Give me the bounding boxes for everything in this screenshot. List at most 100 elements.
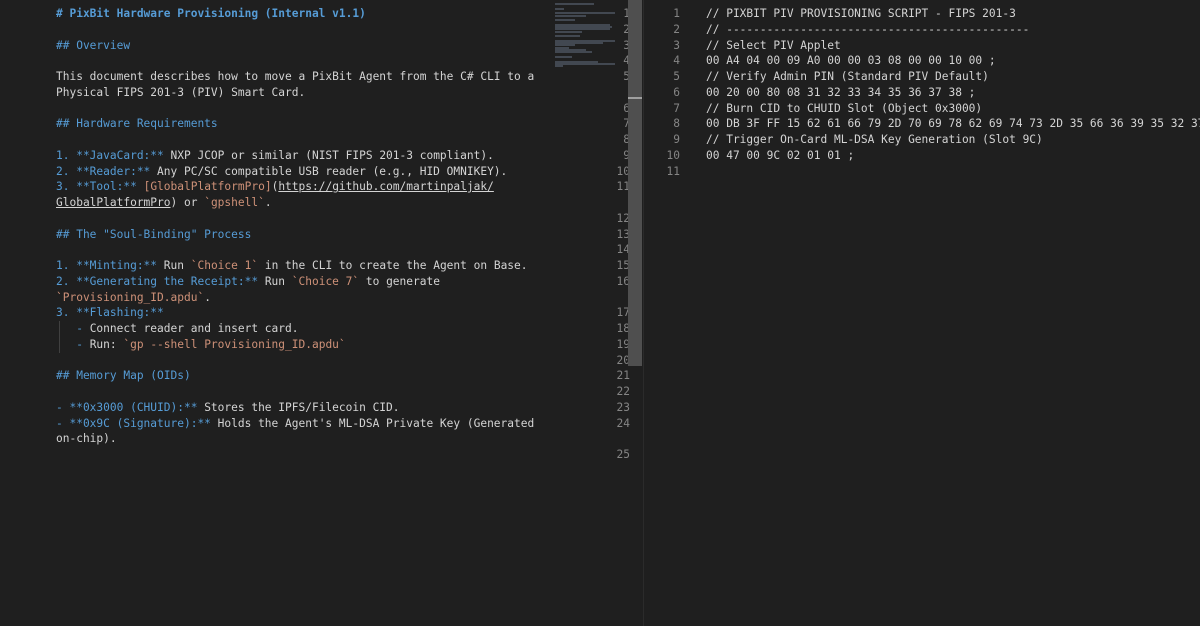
- code-token: `gp --shell Provisioning_ID.apdu`: [123, 337, 346, 351]
- code-token: 00 20 00 80 08 31 32 33 34 35 36 37 38 ;: [706, 85, 976, 99]
- line-number: 21: [616, 369, 630, 383]
- code-token: ## Memory Map (OIDs): [56, 369, 191, 383]
- line-number: 4: [673, 54, 680, 68]
- code-token: Stores the IPFS/Filecoin CID.: [197, 400, 400, 414]
- code-token: 00 47 00 9C 02 01 01 ;: [706, 148, 855, 162]
- code-token: -: [56, 322, 90, 335]
- code-line[interactable]: // Select PIV Applet: [706, 38, 841, 54]
- code-line[interactable]: - **0x3000 (CHUID):** Stores the IPFS/Fi…: [56, 400, 400, 416]
- code-line[interactable]: 1. **Minting:** Run `Choice 1` in the CL…: [56, 258, 528, 274]
- code-line[interactable]: 1. **JavaCard:** NXP JCOP or similar (NI…: [56, 148, 494, 164]
- code-token: // Trigger On-Card ML-DSA Key Generation…: [706, 133, 1043, 146]
- code-line[interactable]: // -------------------------------------…: [706, 22, 1029, 38]
- minimap[interactable]: [553, 0, 630, 70]
- minimap-line: [555, 55, 572, 58]
- line-number: 3: [673, 38, 680, 52]
- code-token: 1. **Minting:**: [56, 259, 158, 272]
- code-line[interactable]: 00 DB 3F FF 15 62 61 66 79 2D 70 69 78 6…: [706, 116, 1200, 132]
- code-line[interactable]: // PIXBIT PIV PROVISIONING SCRIPT - FIPS…: [706, 6, 1016, 22]
- code-token: `Provisioning_ID.apdu`: [56, 290, 205, 304]
- scrollbar-marker: [628, 97, 642, 99]
- code-line[interactable]: 00 20 00 80 08 31 32 33 34 35 36 37 38 ;: [706, 85, 975, 101]
- code-line[interactable]: 2. **Generating the Receipt:** Run `Choi…: [56, 274, 440, 290]
- minimap-line: [555, 51, 592, 54]
- markdown-editor-pane[interactable]: 1 # PixBit Hardware Provisioning (Interna…: [0, 0, 643, 626]
- line-number: 5: [673, 70, 680, 83]
- code-token: - **0x3000 (CHUID):**: [56, 400, 198, 414]
- code-token: Holds the Agent's ML-DSA Private Key (Ge…: [210, 416, 535, 430]
- code-token: ## Hardware Requirements: [56, 117, 218, 131]
- code-line[interactable]: - Run: `gp --shell Provisioning_ID.apdu`: [56, 336, 346, 353]
- minimap-line: [555, 14, 587, 17]
- code-token: `Choice 1`: [190, 259, 259, 272]
- code-line[interactable]: ## Hardware Requirements: [56, 116, 218, 132]
- code-token: `gpshell`: [204, 196, 265, 209]
- code-line[interactable]: ## The "Soul-Binding" Process: [56, 227, 251, 243]
- code-token: .: [264, 196, 272, 209]
- line-number: 7: [673, 101, 680, 115]
- line-number: 24: [616, 416, 630, 430]
- minimap-line: [555, 30, 583, 33]
- code-line[interactable]: `Provisioning_ID.apdu`.: [56, 290, 211, 306]
- minimap-line: [555, 19, 576, 22]
- code-line[interactable]: 2. **Reader:** Any PC/SC compatible USB …: [56, 164, 507, 180]
- code-line[interactable]: ## Overview: [56, 38, 130, 54]
- line-number: 8: [673, 117, 680, 131]
- code-token: Connect reader and insert card.: [89, 322, 299, 335]
- line-number: 2: [673, 22, 680, 36]
- code-line[interactable]: // Verify Admin PIN (Standard PIV Defaul…: [706, 69, 989, 85]
- vertical-scrollbar[interactable]: [628, 0, 642, 366]
- code-token: ## Overview: [56, 38, 131, 52]
- code-line[interactable]: - **0x9C (Signature):** Holds the Agent'…: [56, 416, 534, 432]
- code-token: 00 A4 04 00 09 A0 00 00 03 08 00 00 10 0…: [706, 54, 996, 68]
- line-number: 10: [666, 148, 680, 162]
- code-line[interactable]: // Burn CID to CHUID Slot (Object 0x3000…: [706, 101, 982, 117]
- code-line[interactable]: 3. **Tool:** [GlobalPlatformPro](https:/…: [56, 179, 494, 195]
- code-line[interactable]: 00 47 00 9C 02 01 01 ;: [706, 148, 854, 164]
- minimap-line: [555, 35, 580, 38]
- code-line[interactable]: 3. **Flashing:**: [56, 305, 164, 321]
- code-token: 1. **JavaCard:**: [56, 148, 164, 162]
- code-line[interactable]: - Connect reader and insert card.: [56, 321, 299, 337]
- code-token: Physical FIPS 201-3 (PIV) Smart Card.: [56, 85, 306, 99]
- code-token: 2. **Generating the Receipt:**: [56, 274, 259, 288]
- code-line[interactable]: // Trigger On-Card ML-DSA Key Generation…: [706, 132, 1043, 148]
- code-token: // Verify Admin PIN (Standard PIV Defaul…: [706, 70, 989, 83]
- code-token: ) or: [170, 196, 205, 209]
- minimap-line: [555, 3, 595, 5]
- code-token: ## The "Soul-Binding" Process: [56, 227, 252, 241]
- code-token: Any PC/SC compatible USB reader (e.g., H…: [150, 164, 508, 178]
- code-line[interactable]: 00 A4 04 00 09 A0 00 00 03 08 00 00 10 0…: [706, 53, 996, 69]
- code-line[interactable]: on-chip).: [56, 431, 117, 447]
- code-token: NXP JCOP or similar (NIST FIPS 201-3 com…: [163, 148, 494, 162]
- code-token: https://github.com/martinpaljak/: [278, 180, 494, 194]
- code-token: GlobalPlatformPro: [56, 196, 171, 209]
- apdu-script-editor-pane[interactable]: 1 // PIXBIT PIV PROVISIONING SCRIPT - FIP…: [643, 0, 1200, 626]
- code-token: - **0x9C (Signature):**: [56, 416, 211, 430]
- code-token: This document describes how to move a Pi…: [56, 70, 535, 83]
- code-token: .: [204, 290, 211, 304]
- code-token: on-chip).: [56, 432, 117, 446]
- code-token: Run:: [89, 337, 124, 351]
- code-line[interactable]: GlobalPlatformPro) or `gpshell`.: [56, 195, 272, 211]
- code-token: Run: [258, 274, 292, 288]
- code-token: in the CLI to create the Agent on Base.: [258, 259, 528, 272]
- code-line[interactable]: ## Memory Map (OIDs): [56, 368, 191, 384]
- line-number: 9: [673, 133, 680, 146]
- code-token: -: [56, 337, 90, 351]
- code-token: # PixBit Hardware Provisioning (Internal…: [56, 7, 366, 20]
- code-token: [GlobalPlatformPro]: [143, 180, 272, 194]
- code-line[interactable]: This document describes how to move a Pi…: [56, 69, 534, 85]
- line-number: 11: [666, 164, 680, 178]
- line-number: 22: [616, 385, 630, 398]
- code-token: 2. **Reader:**: [56, 164, 151, 178]
- code-token: 00 DB 3F FF 15 62 61 66 79 2D 70 69 78 6…: [706, 117, 1200, 131]
- code-token: Run: [157, 259, 191, 272]
- minimap-line: [555, 62, 616, 65]
- code-token: // PIXBIT PIV PROVISIONING SCRIPT - FIPS…: [706, 7, 1016, 20]
- code-token: to generate: [359, 274, 440, 288]
- code-token: // Select PIV Applet: [706, 38, 841, 52]
- code-line[interactable]: # PixBit Hardware Provisioning (Internal…: [56, 6, 366, 22]
- code-line[interactable]: Physical FIPS 201-3 (PIV) Smart Card.: [56, 85, 305, 101]
